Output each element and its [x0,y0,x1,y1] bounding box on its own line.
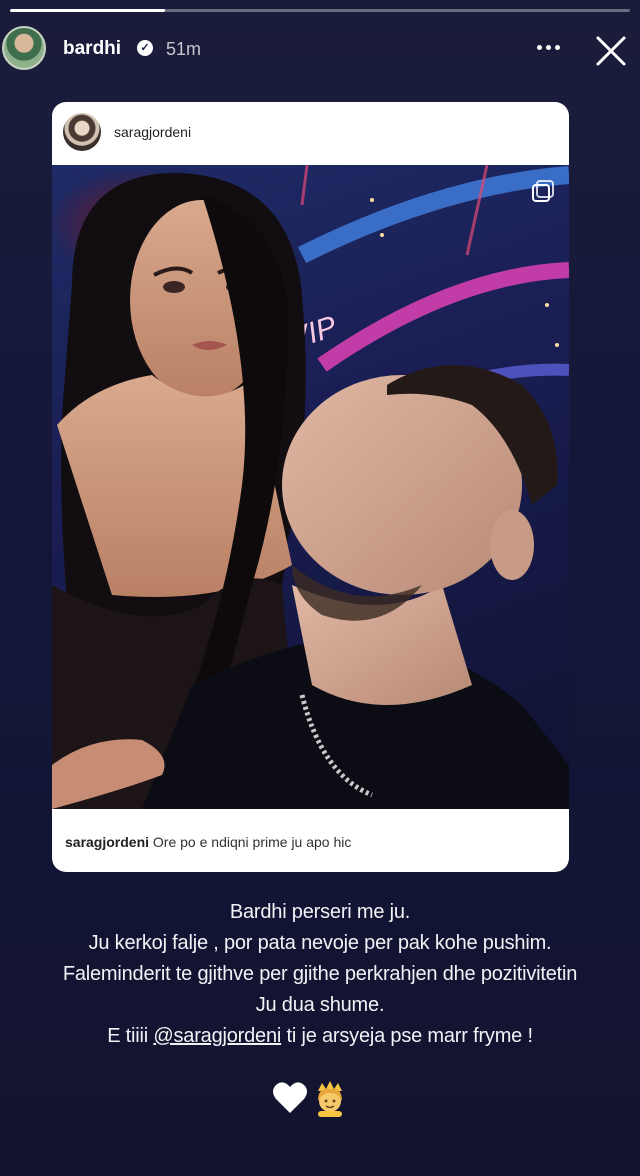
caption-line-1: Bardhi perseri me ju. [229,901,411,923]
post-photo[interactable]: VIP [52,165,569,809]
story-header: bardhi ✓ 51m [0,22,640,78]
princess-emoji-icon [318,1081,342,1117]
story-progress-fill [10,9,165,12]
post-caption-text: Ore po e ndiqni prime ju apo hic [152,834,352,850]
story-username[interactable]: bardhi [63,38,121,60]
verified-badge-icon: ✓ [137,40,153,56]
emoji-row [272,1079,372,1117]
caption-line-2: Ju kerkoj falje , por pata nevoje per pa… [88,932,552,954]
post-caption-username[interactable]: saragjordeni [65,834,149,850]
caption-line-5-start: E tiiii [107,1025,154,1047]
story-progress-bar [10,9,630,12]
more-options-button[interactable] [534,34,564,58]
mention-link[interactable]: @saragjordeni [153,1025,281,1047]
post-caption: saragjordeni Ore po e ndiqni prime ju ap… [65,834,351,850]
caption-line-5: E tiiii @saragjordeni ti je arsyeja pse … [0,1021,640,1052]
story-timestamp: 51m [166,39,202,59]
caption-line-5-end: ti je arsyeja pse marr fryme ! [281,1025,534,1047]
close-button[interactable] [594,34,628,68]
post-avatar[interactable] [63,113,101,151]
post-username[interactable]: saragjordeni [114,124,191,140]
selfie-photo-illustration: VIP [52,165,569,809]
avatar[interactable] [2,26,46,70]
shared-post-card[interactable]: saragjordeni VIP saragjordeni Ore po e n… [52,102,569,872]
caption-line-3: Faleminderit te gjithve per gjithe perkr… [62,963,578,985]
more-horizontal-icon [537,45,542,50]
caption-line-4: Ju dua shume. [255,994,385,1016]
story-caption: Bardhi perseri me ju. Ju kerkoj falje , … [0,897,640,1052]
white-heart-icon [273,1082,307,1113]
close-icon [596,36,626,66]
